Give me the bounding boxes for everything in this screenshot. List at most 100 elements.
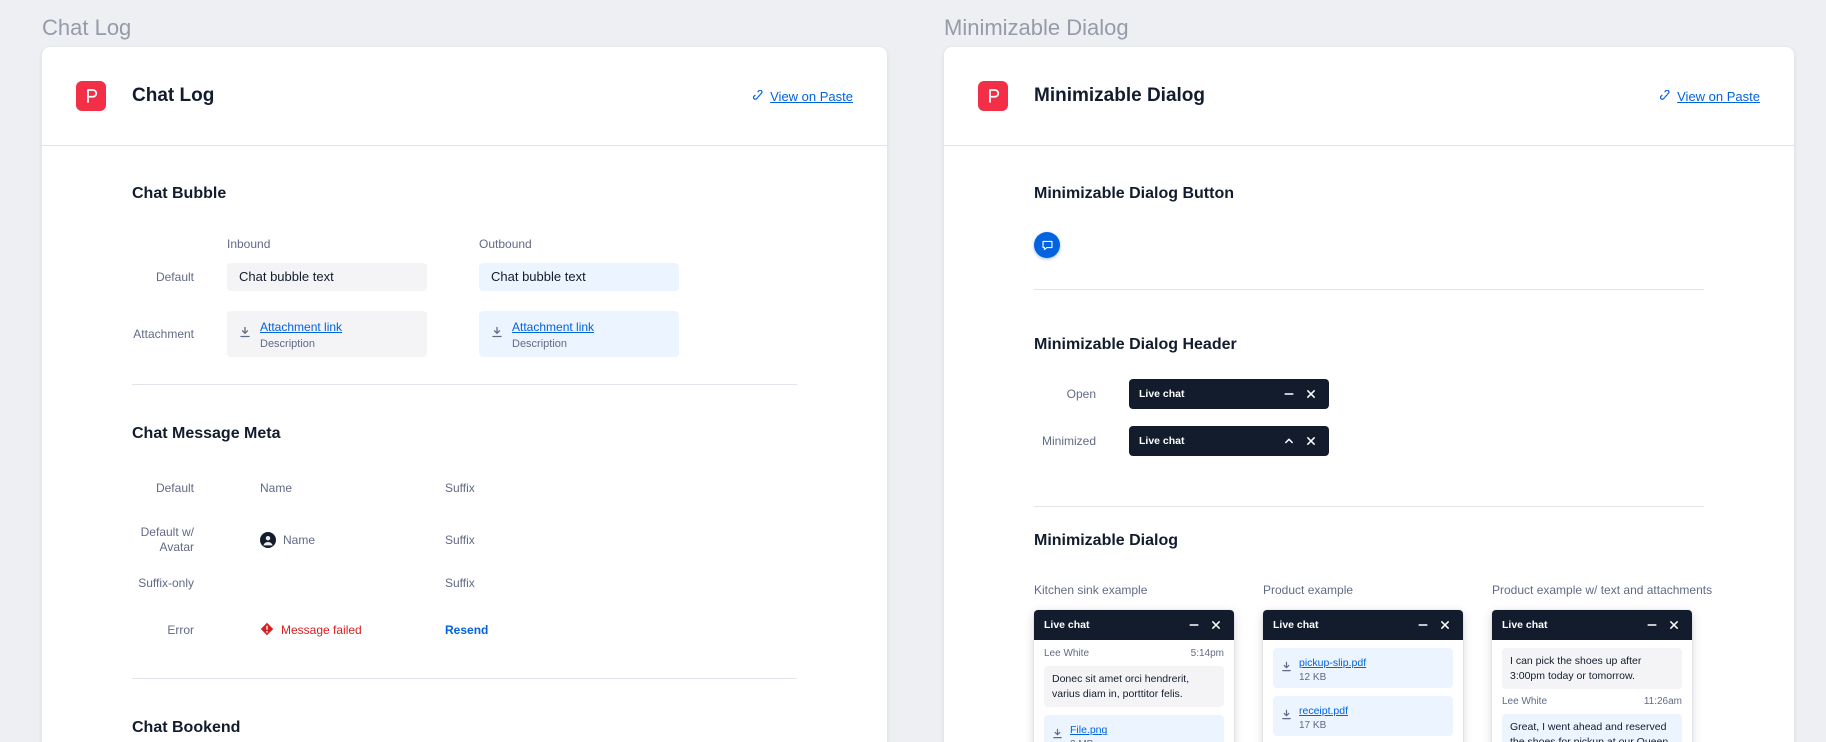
resend-button[interactable]: Resend (445, 623, 488, 637)
minimize-icon[interactable] (1415, 617, 1431, 633)
error-message: Message failed (281, 623, 362, 637)
attachment-link[interactable]: Attachment link (512, 320, 594, 334)
download-icon (1052, 726, 1063, 742)
dialog-header[interactable]: Live chat (1034, 610, 1234, 640)
chat-log-card-header: Chat Log View on Paste (42, 47, 887, 146)
meta-name: Name (283, 533, 315, 547)
row-label-suffix-only: Suffix-only (132, 576, 194, 591)
chat-log-card: Chat Log View on Paste Chat Bubble Inbou… (42, 47, 887, 742)
view-on-paste-label: View on Paste (770, 89, 853, 104)
meta-suffix: Suffix (445, 533, 475, 547)
chat-bubble-attachment-row: Attachment Attachment link Description (132, 311, 797, 357)
meta-row-error: Error Message failed Resend (132, 620, 797, 640)
row-label-minimized: Minimized (1034, 434, 1096, 449)
minimizable-dialog-button[interactable] (1034, 232, 1060, 258)
dialog-body: Lee White 5:14pm Donec sit amet orci hen… (1034, 640, 1234, 742)
dialog-title: Live chat (1502, 619, 1638, 631)
dialog-title: Live chat (1044, 619, 1180, 631)
author-name: Lee White (1044, 648, 1089, 659)
timestamp: 5:14pm (1191, 648, 1224, 659)
panel-label-chat-log: Chat Log (42, 15, 131, 41)
close-icon[interactable] (1303, 433, 1319, 449)
example-label-product: Product example (1263, 583, 1492, 597)
minimize-icon[interactable] (1281, 386, 1297, 402)
dialog-header[interactable]: Live chat (1263, 610, 1463, 640)
dialog-body: I can pick the shoes up after 3:00pm tod… (1492, 640, 1692, 742)
chat-message-meta: Lee White 11:26am (1502, 696, 1682, 707)
timestamp: 11:26am (1644, 696, 1682, 707)
minimizable-dialog-header-open[interactable]: Live chat (1129, 379, 1329, 409)
outbound-column-label: Outbound (479, 237, 731, 251)
download-icon (1281, 707, 1292, 725)
minimizable-dialog-button-heading: Minimizable Dialog Button (1034, 184, 1704, 204)
dialog-header[interactable]: Live chat (1492, 610, 1692, 640)
dialog-title: Live chat (1139, 388, 1275, 400)
view-on-paste-link[interactable]: View on Paste (753, 89, 853, 104)
attachment-description: Description (260, 338, 342, 350)
chat-log-card-body: Chat Bubble Inbound Outbound Default Cha… (42, 146, 887, 738)
attachment-size: 17 KB (1299, 720, 1348, 731)
chat-bubble-default-row: Default Chat bubble text Chat bubble tex… (132, 263, 797, 291)
outbound-chat-bubble: Chat bubble text (479, 263, 679, 291)
inbound-message-bubble: Donec sit amet orci hendrerit, varius di… (1044, 666, 1224, 707)
minimizable-dialog-kitchen-sink: Live chat Lee White 5:14pm Donec sit ame… (1034, 610, 1234, 742)
close-icon[interactable] (1303, 386, 1319, 402)
chat-bubble-heading: Chat Bubble (132, 184, 797, 204)
minimize-icon[interactable] (1186, 617, 1202, 633)
dialog-header-examples: Open Live chat Minimized Live chat (1034, 379, 1704, 456)
chevron-up-icon[interactable] (1281, 433, 1297, 449)
minimizable-dialog-product: Live chat pickup-slip.pdf 12 KB (1263, 610, 1463, 742)
canvas: Chat Log Minimizable Dialog Chat Log Vie… (0, 0, 1826, 742)
inbound-message-bubble: Great, I went ahead and reserved the sho… (1502, 714, 1682, 742)
attachment-bubble: pickup-slip.pdf 12 KB (1273, 648, 1453, 688)
dialog-examples: Live chat Lee White 5:14pm Donec sit ame… (1034, 610, 1704, 742)
panel-label-minimizable-dialog: Minimizable Dialog (944, 15, 1129, 41)
attachment-link[interactable]: File.png (1070, 724, 1107, 736)
meta-row-default: Default Name Suffix (132, 478, 797, 498)
inbound-attachment-bubble: Attachment link Description (227, 311, 427, 357)
link-icon (753, 90, 765, 102)
minimizable-dialog-header-minimized[interactable]: Live chat (1129, 426, 1329, 456)
example-label-product-text-attachments: Product example w/ text and attachments (1492, 583, 1721, 597)
section-divider (1034, 289, 1704, 290)
example-label-kitchen-sink: Kitchen sink example (1034, 583, 1263, 597)
attachment-link[interactable]: receipt.pdf (1299, 705, 1348, 717)
close-icon[interactable] (1666, 617, 1682, 633)
close-icon[interactable] (1437, 617, 1453, 633)
chat-message-meta-heading: Chat Message Meta (132, 424, 797, 444)
error-icon (260, 622, 274, 639)
minimizable-dialog-card-body: Minimizable Dialog Button Minimizable Di… (944, 146, 1794, 742)
download-icon (491, 325, 503, 343)
view-on-paste-link[interactable]: View on Paste (1660, 89, 1760, 104)
paste-logo-icon (76, 81, 106, 111)
chat-bubble-column-headers: Inbound Outbound (132, 237, 797, 251)
chat-bookend-heading: Chat Bookend (132, 718, 797, 738)
minimize-icon[interactable] (1644, 617, 1660, 633)
close-icon[interactable] (1208, 617, 1224, 633)
download-icon (1281, 659, 1292, 677)
section-divider (1034, 506, 1704, 507)
meta-suffix: Suffix (445, 576, 475, 590)
outbound-message-bubble: I can pick the shoes up after 3:00pm tod… (1502, 648, 1682, 689)
inbound-chat-bubble: Chat bubble text (227, 263, 427, 291)
row-label-open: Open (1034, 387, 1096, 402)
attachment-link[interactable]: Attachment link (260, 320, 342, 334)
inbound-column-label: Inbound (227, 237, 479, 251)
chat-message-meta: Lee White 5:14pm (1044, 648, 1224, 659)
dialog-header-open-row: Open Live chat (1034, 379, 1704, 409)
dialog-title: Live chat (1139, 435, 1275, 447)
view-on-paste-label: View on Paste (1677, 89, 1760, 104)
meta-row-avatar: Default w/ Avatar Name Suffix (132, 525, 797, 555)
attachment-size: 12 KB (1299, 672, 1366, 683)
section-divider (132, 678, 797, 679)
meta-suffix: Suffix (445, 481, 475, 495)
minimizable-dialog-title: Minimizable Dialog (1034, 85, 1205, 107)
attachment-bubble: receipt.pdf 17 KB (1273, 696, 1453, 736)
section-divider (132, 384, 797, 385)
row-label-error: Error (132, 623, 194, 638)
avatar (260, 532, 276, 548)
minimizable-dialog-card-header: Minimizable Dialog View on Paste (944, 47, 1794, 146)
chat-message-meta-rows: Default Name Suffix Default w/ Avatar Na… (132, 478, 797, 640)
dialog-header-minimized-row: Minimized Live chat (1034, 426, 1704, 456)
attachment-link[interactable]: pickup-slip.pdf (1299, 657, 1366, 669)
